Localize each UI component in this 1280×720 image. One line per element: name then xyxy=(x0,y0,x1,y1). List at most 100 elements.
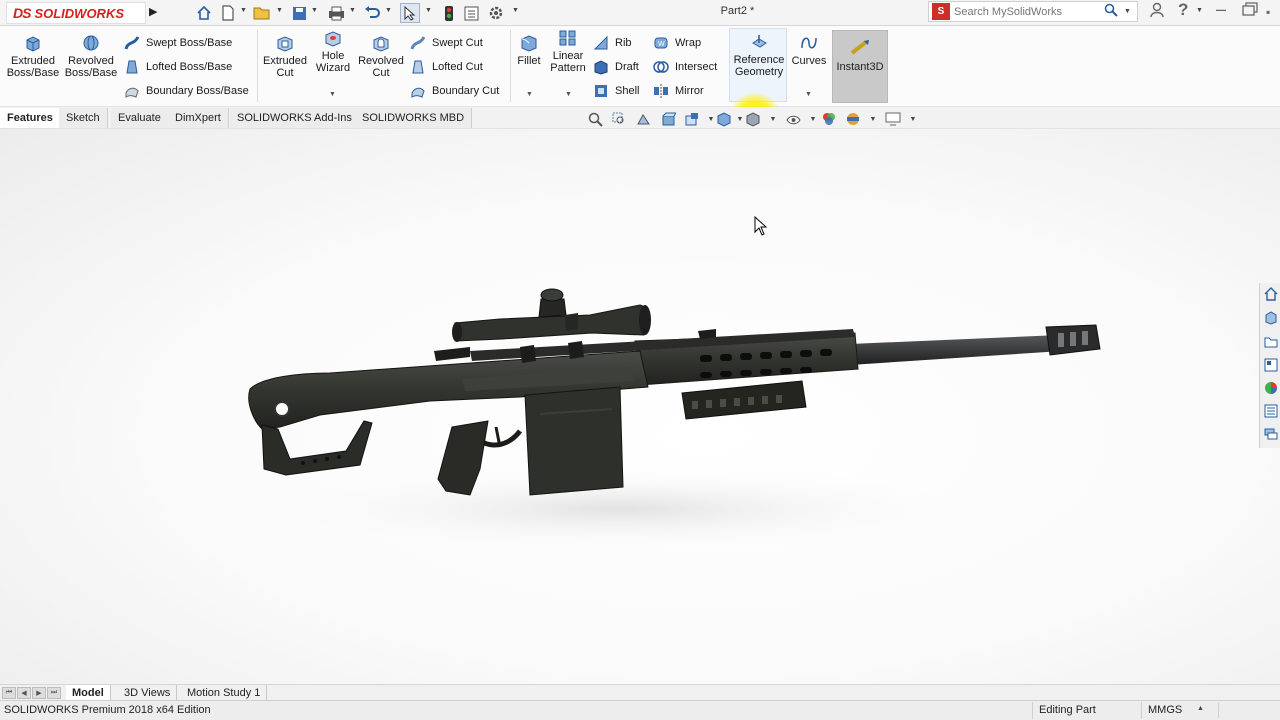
tab-motion-study[interactable]: Motion Study 1 xyxy=(181,685,268,701)
wrap-button[interactable]: W Wrap xyxy=(653,33,701,53)
mirror-button[interactable]: Mirror xyxy=(653,81,704,101)
previous-view-icon[interactable] xyxy=(634,110,652,128)
tab-features[interactable]: Features xyxy=(0,108,61,128)
wrap-label: Wrap xyxy=(675,37,702,49)
extruded-cut-button[interactable]: Extruded Cut xyxy=(260,34,310,79)
display-style-icon[interactable] xyxy=(743,110,761,128)
revolved-cut-button[interactable]: Revolved Cut xyxy=(356,34,406,79)
minimize-icon[interactable]: – xyxy=(1216,0,1226,20)
elevation-turret[interactable] xyxy=(538,298,567,318)
curves-button[interactable]: Curves xyxy=(790,34,828,67)
tab-model[interactable]: Model xyxy=(66,685,111,701)
tab-mbd[interactable]: SOLIDWORKS MBD xyxy=(355,108,473,128)
mouse-cursor-icon xyxy=(754,216,768,236)
shell-button[interactable]: Shell xyxy=(593,81,639,101)
edit-appearance-icon[interactable] xyxy=(820,110,838,128)
instant3d-button[interactable]: Instant3D xyxy=(832,30,888,103)
rifle-3d-model[interactable] xyxy=(0,129,1280,685)
intersect-button[interactable]: Intersect xyxy=(653,57,717,77)
view-orientation-icon[interactable] xyxy=(714,110,732,128)
sling-swivel[interactable] xyxy=(274,401,290,417)
magazine[interactable] xyxy=(524,386,624,496)
hole-wizard-dropdown-icon[interactable]: ▼ xyxy=(329,91,336,98)
help-dropdown-icon[interactable]: ▼ xyxy=(1196,7,1203,14)
solidworks-resources-icon[interactable] xyxy=(1263,286,1279,302)
curves-label: Curves xyxy=(791,55,827,67)
more-icon[interactable]: ▪ xyxy=(1266,5,1270,19)
fillet-icon xyxy=(521,35,537,52)
scroll-last-icon[interactable]: ⏭ xyxy=(47,687,61,699)
lofted-boss-button[interactable]: Lofted Boss/Base xyxy=(124,57,232,77)
tab-3d-views[interactable]: 3D Views xyxy=(118,685,178,701)
tab-sketch[interactable]: Sketch xyxy=(59,108,108,128)
linear-pattern-button[interactable]: Linear Pattern xyxy=(547,29,589,74)
custom-properties-icon[interactable] xyxy=(1263,403,1279,419)
boundary-boss-button[interactable]: Boundary Boss/Base xyxy=(124,81,249,101)
solidworks-search-icon: S xyxy=(932,3,950,20)
windage-turret[interactable] xyxy=(565,313,578,331)
help-icon[interactable]: ? xyxy=(1178,0,1188,20)
zoom-to-fit-icon[interactable] xyxy=(586,110,604,128)
lofted-cut-icon xyxy=(412,60,424,74)
draft-button[interactable]: Draft xyxy=(593,57,639,77)
view-palette-icon[interactable] xyxy=(1263,357,1279,373)
reference-geometry-button[interactable]: Reference Geometry xyxy=(731,33,787,78)
swept-cut-button[interactable]: Swept Cut xyxy=(410,33,483,53)
lofted-cut-button[interactable]: Lofted Cut xyxy=(410,57,483,77)
appearances-icon[interactable] xyxy=(1263,380,1279,396)
graphics-area[interactable] xyxy=(0,129,1280,685)
linear-pattern-dropdown-icon[interactable]: ▼ xyxy=(565,91,572,98)
barrel[interactable] xyxy=(850,335,1062,365)
tab-addins[interactable]: SOLIDWORKS Add-Ins xyxy=(230,108,360,128)
unit-system-selector[interactable]: MMGS xyxy=(1141,702,1188,719)
scroll-prev-icon[interactable]: ◀ xyxy=(17,687,31,699)
swept-boss-button[interactable]: Swept Boss/Base xyxy=(124,33,232,53)
display-dropdown-icon[interactable]: ▼ xyxy=(764,110,782,128)
shell-icon xyxy=(595,85,607,97)
search-dropdown-icon[interactable]: ▼ xyxy=(1124,8,1131,15)
search-input[interactable] xyxy=(954,5,1104,18)
hide-show-items-icon[interactable] xyxy=(784,110,802,128)
fillet-button[interactable]: Fillet xyxy=(513,34,545,67)
dynamic-annotation-icon[interactable] xyxy=(682,110,700,128)
rib-label: Rib xyxy=(615,37,632,49)
curves-dropdown-icon[interactable]: ▼ xyxy=(805,91,812,98)
file-explorer-icon[interactable] xyxy=(1263,334,1279,350)
editing-mode-indicator: Editing Part xyxy=(1032,702,1102,719)
revolved-boss-icon xyxy=(83,35,99,51)
boundary-cut-label: Boundary Cut xyxy=(432,85,500,97)
apply-scene-icon[interactable] xyxy=(844,110,862,128)
hole-wizard-button[interactable]: Hole Wizard xyxy=(312,29,354,74)
forum-icon[interactable] xyxy=(1263,426,1279,442)
design-library-icon[interactable] xyxy=(1263,310,1279,326)
model-view-tabs: ⏮ ◀ ▶ ⏭ Model 3D Views Motion Study 1 xyxy=(0,684,1280,701)
status-help-icon[interactable] xyxy=(1218,703,1233,718)
section-view-icon[interactable] xyxy=(659,110,677,128)
lofted-boss-icon xyxy=(126,60,138,74)
user-icon[interactable] xyxy=(1150,2,1164,22)
restore-icon[interactable] xyxy=(1242,2,1258,20)
rib-icon xyxy=(593,35,608,50)
stock-frame[interactable] xyxy=(261,420,373,476)
zoom-to-area-icon[interactable] xyxy=(610,110,628,128)
view-settings-dropdown-icon[interactable]: ▼ xyxy=(904,110,922,128)
ribbon-separator xyxy=(510,30,511,102)
revolved-boss-button[interactable]: Revolved Boss/Base xyxy=(64,34,118,79)
tab-dimxpert[interactable]: DimXpert xyxy=(168,108,229,128)
scroll-next-icon[interactable]: ▶ xyxy=(32,687,46,699)
boundary-cut-icon xyxy=(411,87,425,98)
fillet-dropdown-icon[interactable]: ▼ xyxy=(526,91,533,98)
search-icon[interactable] xyxy=(1104,3,1118,20)
search-bar[interactable]: S ▼ xyxy=(928,1,1138,22)
tab-evaluate[interactable]: Evaluate xyxy=(111,108,169,128)
bipod-rail[interactable] xyxy=(681,380,807,420)
scene-dropdown-icon[interactable]: ▼ xyxy=(864,110,882,128)
extruded-boss-button[interactable]: Extruded Boss/Base xyxy=(5,34,61,79)
rib-button[interactable]: Rib xyxy=(593,33,632,53)
extruded-boss-label: Extruded Boss/Base xyxy=(6,55,60,79)
scroll-first-icon[interactable]: ⏮ xyxy=(2,687,16,699)
unit-system-dropdown-icon[interactable]: ▲ xyxy=(1197,705,1204,712)
mirror-icon xyxy=(654,84,668,98)
view-settings-icon[interactable] xyxy=(884,110,902,128)
boundary-cut-button[interactable]: Boundary Cut xyxy=(410,81,499,101)
